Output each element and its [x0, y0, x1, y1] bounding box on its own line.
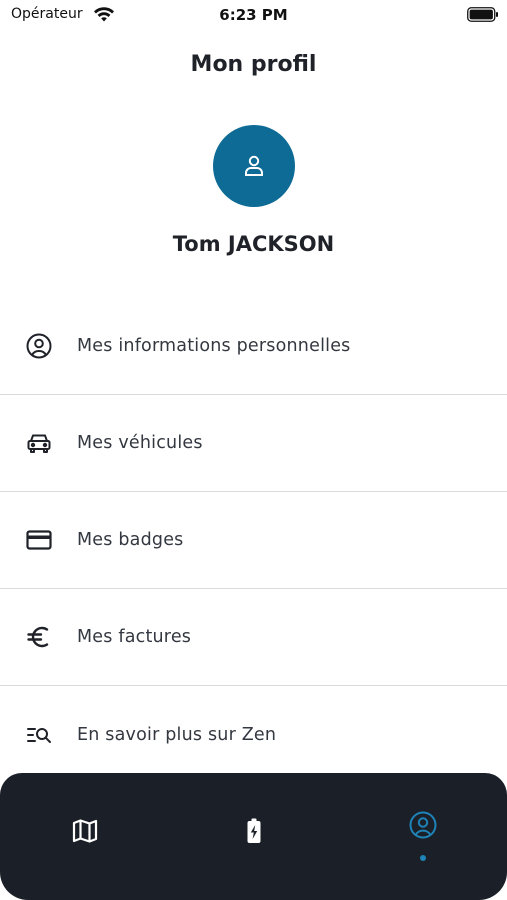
map-icon — [72, 819, 97, 843]
card-icon — [24, 525, 54, 555]
tab-bar — [0, 773, 507, 900]
battery-icon — [467, 7, 498, 22]
menu-item-label: Mes informations personnelles — [77, 336, 351, 356]
battery-charge-icon — [247, 818, 260, 843]
tab-charging[interactable] — [169, 773, 338, 900]
user-icon — [245, 155, 263, 176]
menu-item-personal-info[interactable]: Mes informations personnelles — [0, 298, 507, 395]
tab-profile[interactable] — [338, 773, 507, 900]
euro-icon — [24, 622, 54, 652]
user-circle-icon — [409, 811, 436, 839]
page-title: Mon profil — [190, 52, 317, 77]
menu-item-about-zen[interactable]: En savoir plus sur Zen — [0, 686, 507, 783]
menu-item-label: Mes badges — [77, 530, 184, 550]
menu-item-label: Mes factures — [77, 627, 192, 647]
profile-menu: Mes informations personnelles Mes véhicu… — [0, 298, 507, 783]
status-time: 6:23 PM — [219, 6, 288, 24]
user-name: Tom JACKSON — [172, 232, 335, 256]
menu-item-label: En savoir plus sur Zen — [77, 724, 277, 745]
car-icon — [24, 428, 54, 458]
menu-item-badges[interactable]: Mes badges — [0, 492, 507, 589]
status-bar: Opérateur 6:23 PM — [0, 0, 507, 30]
active-tab-indicator — [420, 855, 426, 861]
list-search-icon — [24, 720, 54, 750]
user-circle-icon — [24, 331, 54, 361]
avatar[interactable] — [213, 125, 295, 207]
tab-map[interactable] — [0, 773, 169, 900]
menu-item-label: Mes véhicules — [77, 433, 203, 453]
menu-item-invoices[interactable]: Mes factures — [0, 589, 507, 686]
menu-item-vehicles[interactable]: Mes véhicules — [0, 395, 507, 492]
